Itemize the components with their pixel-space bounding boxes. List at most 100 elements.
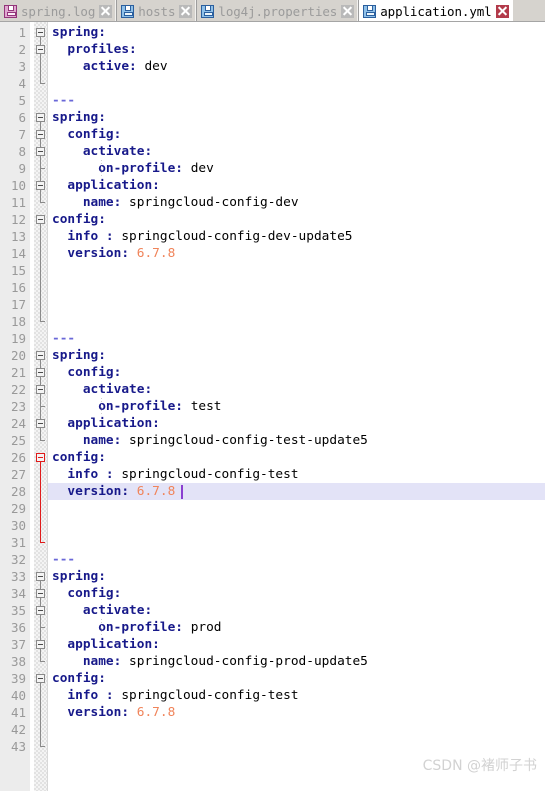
code-token-doc: --- [52, 93, 76, 108]
code-text[interactable]: application: [52, 177, 159, 194]
code-text[interactable]: spring: [52, 24, 106, 41]
code-text[interactable]: name: springcloud-config-test-update5 [52, 432, 368, 449]
code-text[interactable]: on-profile: dev [52, 160, 214, 177]
editor-tab-spring-log[interactable]: spring.log [0, 0, 117, 21]
close-icon[interactable] [341, 4, 355, 18]
code-text[interactable]: spring: [52, 347, 106, 364]
code-text[interactable]: on-profile: prod [52, 619, 221, 636]
code-line[interactable]: 39 config: [0, 670, 545, 687]
code-token-key: info : [52, 229, 114, 244]
code-text[interactable]: on-profile: test [52, 398, 221, 415]
code-text[interactable]: version: 6.7.8 [52, 483, 175, 500]
code-line[interactable]: 5 --- [0, 92, 545, 109]
code-line[interactable]: 41 version: 6.7.8 [0, 704, 545, 721]
code-line[interactable]: 30 [0, 517, 545, 534]
line-number: 18 [10, 314, 26, 329]
code-text[interactable]: info : springcloud-config-dev-update5 [52, 228, 352, 245]
code-line[interactable]: 35 activate: [0, 602, 545, 619]
code-line[interactable]: 6 spring: [0, 109, 545, 126]
code-text[interactable]: --- [52, 330, 75, 347]
code-line[interactable]: 36 on-profile: prod [0, 619, 545, 636]
code-text[interactable]: spring: [52, 568, 106, 585]
code-line[interactable]: 43 [0, 738, 545, 755]
code-line[interactable]: 3 active: dev [0, 58, 545, 75]
code-text[interactable]: application: [52, 636, 159, 653]
code-line[interactable]: 17 [0, 296, 545, 313]
code-token-key: name: [52, 195, 122, 210]
code-line[interactable]: 1 spring: [0, 24, 545, 41]
line-number: 43 [10, 739, 26, 754]
code-line[interactable]: 2 profiles: [0, 41, 545, 58]
code-line[interactable]: 31 [0, 534, 545, 551]
line-number: 34 [10, 586, 26, 601]
code-token-key: on-profile: [52, 399, 183, 414]
code-line[interactable]: 9 on-profile: dev [0, 160, 545, 177]
code-line[interactable]: 16 [0, 279, 545, 296]
code-text[interactable]: config: [52, 364, 121, 381]
code-text[interactable]: config: [52, 449, 106, 466]
code-line[interactable]: 29 [0, 500, 545, 517]
code-text[interactable]: activate: [52, 381, 152, 398]
line-number: 32 [10, 552, 26, 567]
editor-tab-log4j-properties[interactable]: log4j.properties [196, 0, 359, 21]
code-text[interactable]: info : springcloud-config-test [52, 687, 298, 704]
code-editor[interactable]: 1 spring: 2 profiles: 3 active: dev 4 5 --- 6 sp… [0, 22, 545, 791]
code-line[interactable]: 21 config: [0, 364, 545, 381]
code-line[interactable]: 23 on-profile: test [0, 398, 545, 415]
code-line[interactable]: 8 activate: [0, 143, 545, 160]
code-line[interactable]: 15 [0, 262, 545, 279]
code-line[interactable]: 20 spring: [0, 347, 545, 364]
code-line[interactable]: 11 name: springcloud-config-dev [0, 194, 545, 211]
editor-tab-hosts[interactable]: hosts [116, 0, 197, 21]
code-text[interactable]: --- [52, 551, 75, 568]
code-text[interactable]: name: springcloud-config-dev [52, 194, 299, 211]
code-line[interactable]: 12 config: [0, 211, 545, 228]
code-line[interactable]: 18 [0, 313, 545, 330]
code-line[interactable]: 37 application: [0, 636, 545, 653]
code-text[interactable]: application: [52, 415, 159, 432]
line-number: 17 [10, 297, 26, 312]
code-line[interactable]: 4 [0, 75, 545, 92]
code-line[interactable]: 19 --- [0, 330, 545, 347]
close-icon[interactable] [495, 4, 509, 18]
code-line[interactable]: 32 --- [0, 551, 545, 568]
code-text[interactable]: config: [52, 585, 121, 602]
line-number: 24 [10, 416, 26, 431]
close-icon[interactable] [99, 4, 113, 18]
code-line[interactable]: 22 activate: [0, 381, 545, 398]
code-line[interactable]: 42 [0, 721, 545, 738]
code-text[interactable]: config: [52, 211, 106, 228]
code-text[interactable]: config: [52, 670, 106, 687]
line-number: 2 [18, 42, 26, 57]
editor-tab-application-yml[interactable]: application.yml [358, 0, 513, 21]
code-text[interactable]: version: 6.7.8 [52, 704, 175, 721]
floppy-disk-icon [363, 4, 377, 18]
code-line[interactable]: 28 version: 6.7.8 [0, 483, 545, 500]
code-text[interactable]: config: [52, 126, 121, 143]
code-line[interactable]: 40 info : springcloud-config-test [0, 687, 545, 704]
code-text[interactable]: active: dev [52, 58, 168, 75]
code-line[interactable]: 27 info : springcloud-config-test [0, 466, 545, 483]
code-text[interactable]: info : springcloud-config-test [52, 466, 298, 483]
code-line[interactable]: 33 spring: [0, 568, 545, 585]
code-line[interactable]: 10 application: [0, 177, 545, 194]
code-line[interactable]: 24 application: [0, 415, 545, 432]
code-line[interactable]: 34 config: [0, 585, 545, 602]
code-line[interactable]: 38 name: springcloud-config-prod-update5 [0, 653, 545, 670]
code-token-number: 6.7.8 [136, 705, 176, 720]
code-text[interactable]: spring: [52, 109, 106, 126]
code-text[interactable]: profiles: [52, 41, 136, 58]
code-text[interactable]: version: 6.7.8 [52, 245, 175, 262]
code-line[interactable]: 7 config: [0, 126, 545, 143]
code-text[interactable]: name: springcloud-config-prod-update5 [52, 653, 368, 670]
code-line[interactable]: 14 version: 6.7.8 [0, 245, 545, 262]
code-text[interactable]: --- [52, 92, 75, 109]
code-text[interactable]: activate: [52, 602, 152, 619]
code-line[interactable]: 13 info : springcloud-config-dev-update5 [0, 228, 545, 245]
line-number: 23 [10, 399, 26, 414]
code-line[interactable]: 26 config: [0, 449, 545, 466]
code-line[interactable]: 25 name: springcloud-config-test-update5 [0, 432, 545, 449]
code-text[interactable]: activate: [52, 143, 152, 160]
close-icon[interactable] [179, 4, 193, 18]
code-token-key: activate: [52, 382, 153, 397]
